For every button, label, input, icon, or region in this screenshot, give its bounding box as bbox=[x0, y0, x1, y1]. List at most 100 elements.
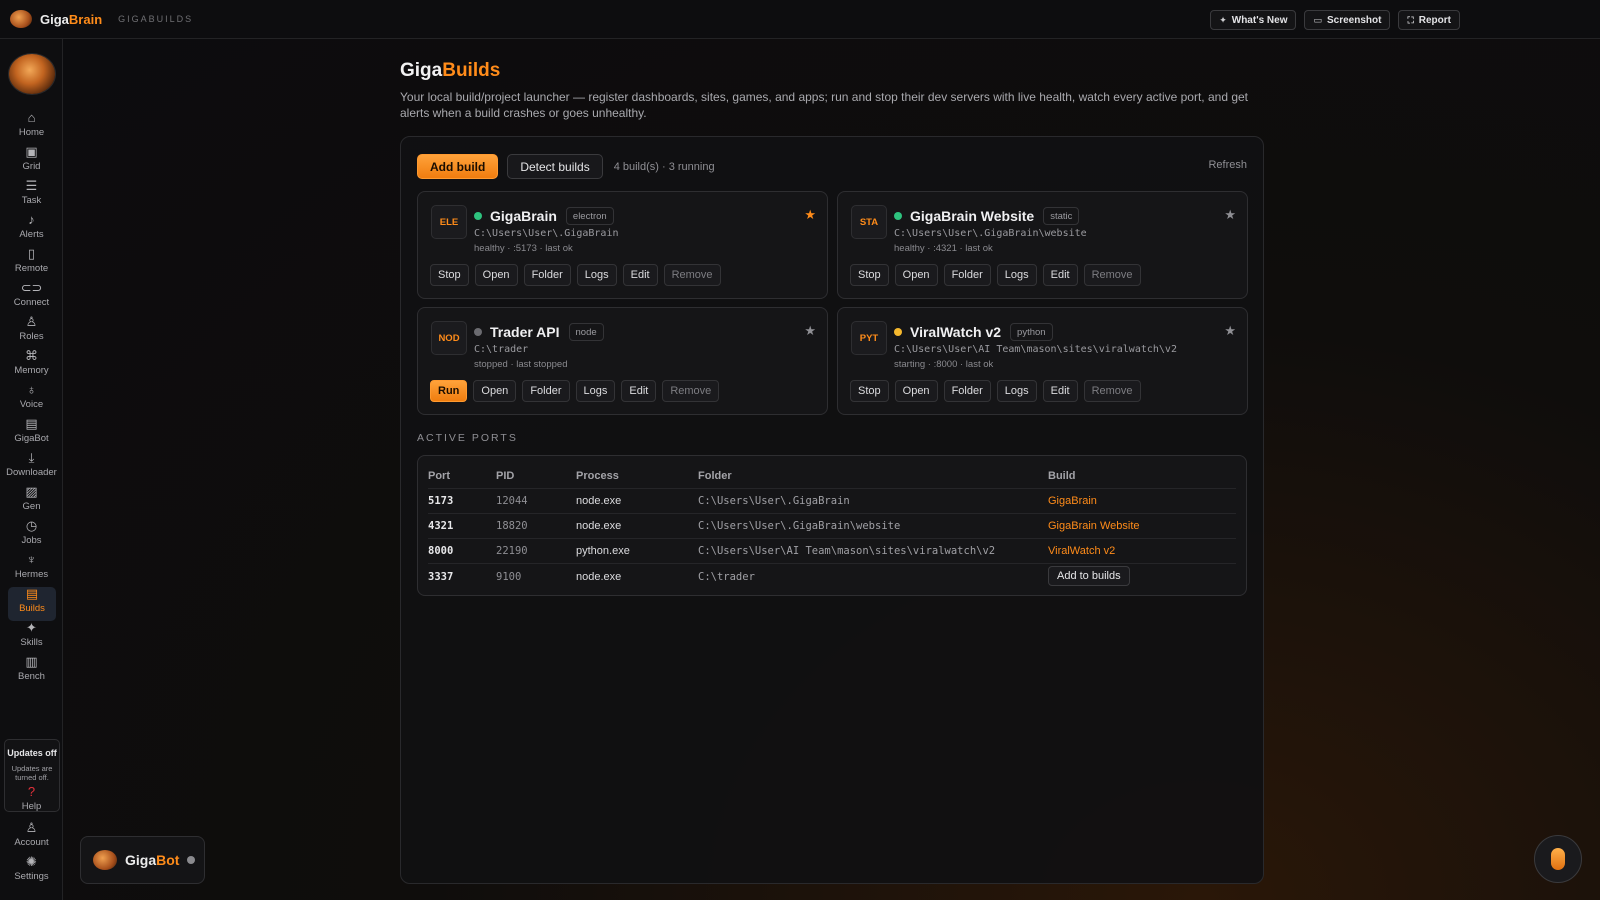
build-health: healthy · :4321 · last ok bbox=[894, 243, 993, 254]
open-button[interactable]: Open bbox=[474, 264, 518, 286]
build-link[interactable]: GigaBrain Website bbox=[1048, 520, 1140, 532]
sidebar-item-label: Skills bbox=[20, 637, 43, 648]
sidebar-item-help[interactable]: ? Help bbox=[0, 785, 63, 819]
detect-builds-button[interactable]: Detect builds bbox=[507, 154, 603, 179]
process-name: python.exe bbox=[576, 545, 630, 557]
build-name: GigaBrain bbox=[490, 208, 557, 224]
folder-button[interactable]: Folder bbox=[943, 264, 991, 286]
gigabot-launcher[interactable]: GigaBot bbox=[80, 836, 205, 884]
remove-button[interactable]: Remove bbox=[663, 264, 721, 286]
status-dot bbox=[474, 328, 482, 336]
open-button[interactable]: Open bbox=[473, 380, 517, 402]
sidebar-item-builds[interactable]: ▤ Builds bbox=[8, 587, 56, 621]
whats-new-button[interactable]: ✦ What's New bbox=[1210, 10, 1297, 30]
sidebar-item-label: Remote bbox=[14, 263, 49, 274]
sidebar-item-connect[interactable]: ⊂⊃ Connect bbox=[0, 281, 63, 315]
sidebar-item-label: Home bbox=[18, 127, 45, 138]
port-number: 8000 bbox=[428, 545, 454, 557]
build-type-tag: python bbox=[1010, 323, 1053, 341]
stop-button[interactable]: Stop bbox=[850, 264, 889, 286]
edit-button[interactable]: Edit bbox=[622, 264, 658, 286]
pid: 9100 bbox=[496, 570, 522, 583]
build-path: C:\Users\User\.GigaBrain bbox=[474, 228, 619, 239]
refresh-link[interactable]: Refresh bbox=[1208, 159, 1247, 171]
logs-button[interactable]: Logs bbox=[996, 380, 1037, 402]
stop-button[interactable]: Stop bbox=[430, 264, 469, 286]
sparkle-icon: ✦ bbox=[1219, 14, 1227, 25]
build-link[interactable]: ViralWatch v2 bbox=[1048, 545, 1115, 557]
sidebar-item-settings[interactable]: ✺ Settings bbox=[0, 855, 63, 889]
task-icon: ☰ bbox=[25, 178, 38, 193]
sidebar-item-home[interactable]: ⌂ Home bbox=[0, 111, 63, 145]
star-icon[interactable]: ★ bbox=[1224, 207, 1236, 223]
remove-button[interactable]: Remove bbox=[1083, 380, 1141, 402]
run-button[interactable]: Run bbox=[430, 380, 468, 402]
sidebar: ⌂ Home ▣ Grid ☰ Task ♪ Alerts ▯ Remote ⊂⊃ Connect ♙ R… bbox=[0, 39, 63, 900]
sidebar-item-roles[interactable]: ♙ Roles bbox=[0, 315, 63, 349]
brain-logo-icon bbox=[10, 10, 32, 28]
sidebar-item-label: Memory bbox=[14, 365, 49, 376]
open-button[interactable]: Open bbox=[894, 264, 938, 286]
folder-path: C:\trader bbox=[698, 570, 755, 583]
sidebar-item-voice[interactable]: ♁ Voice bbox=[0, 383, 63, 417]
sidebar-item-label: Help bbox=[21, 801, 42, 812]
section-tag: GIGABUILDS bbox=[118, 14, 194, 24]
build-type-badge: STA bbox=[851, 205, 887, 239]
sidebar-item-grid[interactable]: ▣ Grid bbox=[0, 145, 63, 179]
star-icon[interactable]: ★ bbox=[804, 207, 816, 223]
edit-button[interactable]: Edit bbox=[1042, 264, 1078, 286]
sidebar-item-label: Jobs bbox=[21, 535, 42, 546]
download-icon: ⤓ bbox=[28, 450, 35, 465]
sidebar-item-hermes[interactable]: ♆ Hermes bbox=[0, 553, 63, 587]
sidebar-item-downloader[interactable]: ⤓ Downloader bbox=[0, 451, 63, 485]
process-name: node.exe bbox=[576, 570, 622, 583]
sidebar-item-gen[interactable]: ▨ Gen bbox=[0, 485, 63, 519]
table-row: 5173 12044 node.exe C:\Users\User\.GigaBrai… bbox=[428, 489, 1236, 514]
logs-button[interactable]: Logs bbox=[996, 264, 1037, 286]
remove-button[interactable]: Remove bbox=[1083, 264, 1141, 286]
add-to-builds-button[interactable]: Add to builds bbox=[1048, 566, 1130, 586]
edit-button[interactable]: Edit bbox=[621, 380, 657, 402]
sidebar-item-bench[interactable]: ▥ Bench bbox=[0, 655, 63, 689]
account-icon: ♙ bbox=[25, 820, 38, 835]
voice-mic-button[interactable] bbox=[1534, 835, 1582, 883]
sidebar-item-skills[interactable]: ✦ Skills bbox=[0, 621, 63, 655]
sparkle-icon: ✦ bbox=[26, 620, 37, 635]
sidebar-item-remote[interactable]: ▯ Remote bbox=[0, 247, 63, 281]
sidebar-item-label: Hermes bbox=[14, 569, 49, 580]
remove-button[interactable]: Remove bbox=[662, 380, 720, 402]
open-button[interactable]: Open bbox=[894, 380, 938, 402]
brand[interactable]: GigaBrain bbox=[10, 10, 102, 28]
ports-table: Port PID Process Folder Build 5173 12044 n… bbox=[417, 455, 1247, 596]
active-ports-label: ACTIVE PORTS bbox=[417, 432, 518, 444]
folder-path: C:\Users\User\.GigaBrain bbox=[698, 495, 850, 507]
build-health: starting · :8000 · last ok bbox=[894, 359, 994, 370]
folder-button[interactable]: Folder bbox=[522, 380, 570, 402]
sidebar-item-gigabot[interactable]: ▤ GigaBot bbox=[0, 417, 63, 451]
logs-button[interactable]: Logs bbox=[575, 380, 616, 402]
sidebar-item-memory[interactable]: ⌘ Memory bbox=[0, 349, 63, 383]
brain-logo-icon bbox=[93, 850, 117, 870]
add-build-button[interactable]: Add build bbox=[417, 154, 499, 179]
sidebar-item-account[interactable]: ♙ Account bbox=[0, 821, 63, 855]
sidebar-item-jobs[interactable]: ◷ Jobs bbox=[0, 519, 63, 553]
sidebar-item-task[interactable]: ☰ Task bbox=[0, 179, 63, 213]
bot-icon: ▤ bbox=[25, 416, 38, 431]
brain-avatar-icon[interactable] bbox=[9, 54, 55, 94]
screenshot-button[interactable]: ▭ Screenshot bbox=[1304, 10, 1391, 30]
logs-button[interactable]: Logs bbox=[576, 264, 617, 286]
pid: 22190 bbox=[496, 545, 528, 557]
folder-button[interactable]: Folder bbox=[523, 264, 571, 286]
build-link[interactable]: GigaBrain bbox=[1048, 495, 1097, 507]
stop-button[interactable]: Stop bbox=[850, 380, 889, 402]
folder-button[interactable]: Folder bbox=[943, 380, 991, 402]
sidebar-item-alerts[interactable]: ♪ Alerts bbox=[0, 213, 63, 247]
port-number: 3337 bbox=[428, 570, 454, 583]
edit-button[interactable]: Edit bbox=[1042, 380, 1078, 402]
sidebar-item-label: Bench bbox=[18, 671, 45, 682]
star-icon[interactable]: ★ bbox=[1224, 323, 1236, 339]
build-card: ELE GigaBrain electron ★ C:\Users\User\.Giga… bbox=[417, 191, 828, 299]
star-icon[interactable]: ★ bbox=[804, 323, 816, 339]
table-header: Port PID Process Folder Build bbox=[428, 464, 1236, 489]
report-button[interactable]: ⛶ Report bbox=[1398, 10, 1460, 30]
